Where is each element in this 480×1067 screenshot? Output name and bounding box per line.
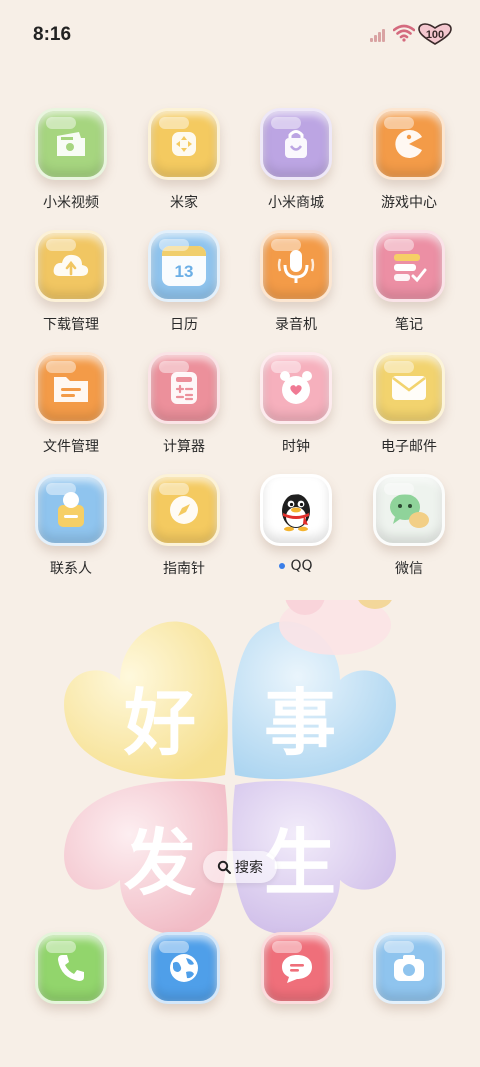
search-button[interactable]: 搜索	[203, 851, 277, 883]
calculator-icon	[148, 352, 220, 424]
wallpaper-char-shi: 事	[264, 681, 336, 765]
messages-icon[interactable]	[261, 932, 333, 1004]
app-contacts[interactable]: 联系人	[16, 474, 126, 584]
microphone-icon	[260, 230, 332, 302]
new-notification-dot	[279, 563, 286, 569]
app-mi-video[interactable]: 小米视频	[16, 108, 126, 218]
app-compass[interactable]: 指南针	[129, 474, 239, 584]
compass-icon	[148, 474, 220, 546]
app-label: 录音机	[275, 317, 317, 333]
app-downloads[interactable]: 下载管理	[16, 230, 126, 340]
app-label: 文件管理	[43, 439, 99, 455]
status-time: 8:16	[33, 24, 72, 45]
home-hub-icon	[148, 108, 220, 180]
app-label: 微信	[395, 561, 423, 577]
wallpaper-char-fa: 发	[124, 821, 196, 905]
app-label: 小米视频	[43, 195, 99, 211]
notes-icon	[373, 230, 445, 302]
app-calendar[interactable]: 13 日历	[129, 230, 239, 340]
app-label: 时钟	[282, 439, 310, 455]
app-label: 米家	[170, 195, 198, 211]
dock	[0, 928, 480, 1008]
phone-icon[interactable]	[35, 932, 107, 1004]
app-file-manager[interactable]: 文件管理	[16, 352, 126, 462]
wallpaper-char-hao: 好	[123, 681, 196, 765]
folder-icon	[35, 352, 107, 424]
app-qq[interactable]: QQ	[241, 474, 351, 584]
calendar-day: 13	[174, 262, 194, 281]
app-label: 指南针	[163, 561, 205, 577]
download-cloud-icon	[35, 230, 107, 302]
app-label: QQ	[279, 558, 313, 574]
mail-icon	[373, 352, 445, 424]
app-email[interactable]: 电子邮件	[354, 352, 464, 462]
calendar-icon: 13	[148, 230, 220, 302]
app-label: 计算器	[163, 439, 205, 455]
qq-penguin-icon	[260, 474, 332, 546]
app-recorder[interactable]: 录音机	[241, 230, 351, 340]
battery-indicator: 100	[418, 23, 452, 45]
app-label: 电子邮件	[381, 439, 437, 455]
wifi-icon	[393, 24, 415, 42]
app-game-center[interactable]: 游戏中心	[354, 108, 464, 218]
app-label: 小米商城	[268, 195, 324, 211]
wechat-icon	[373, 474, 445, 546]
app-wechat[interactable]: 微信	[354, 474, 464, 584]
app-label-text: QQ	[290, 558, 313, 574]
app-calculator[interactable]: 计算器	[129, 352, 239, 462]
app-label: 下载管理	[43, 317, 99, 333]
status-bar: 8:16 100	[0, 0, 480, 70]
camera-icon[interactable]	[373, 932, 445, 1004]
app-label: 联系人	[50, 561, 92, 577]
app-clock[interactable]: 时钟	[241, 352, 351, 462]
browser-globe-icon[interactable]	[148, 932, 220, 1004]
app-notes[interactable]: 笔记	[354, 230, 464, 340]
app-label: 笔记	[395, 317, 423, 333]
app-mi-store[interactable]: 小米商城	[241, 108, 351, 218]
search-label: 搜索	[235, 860, 263, 876]
video-icon	[35, 108, 107, 180]
app-mijia[interactable]: 米家	[129, 108, 239, 218]
game-pacman-icon	[373, 108, 445, 180]
search-icon	[217, 860, 231, 874]
signal-icon	[370, 28, 388, 42]
wallpaper-hearts: 好 事 发 生	[64, 600, 396, 935]
alarm-clock-icon	[260, 352, 332, 424]
app-label: 游戏中心	[381, 195, 437, 211]
app-label: 日历	[170, 317, 198, 333]
shopping-bag-icon	[260, 108, 332, 180]
contacts-icon	[35, 474, 107, 546]
battery-level: 100	[425, 28, 445, 41]
